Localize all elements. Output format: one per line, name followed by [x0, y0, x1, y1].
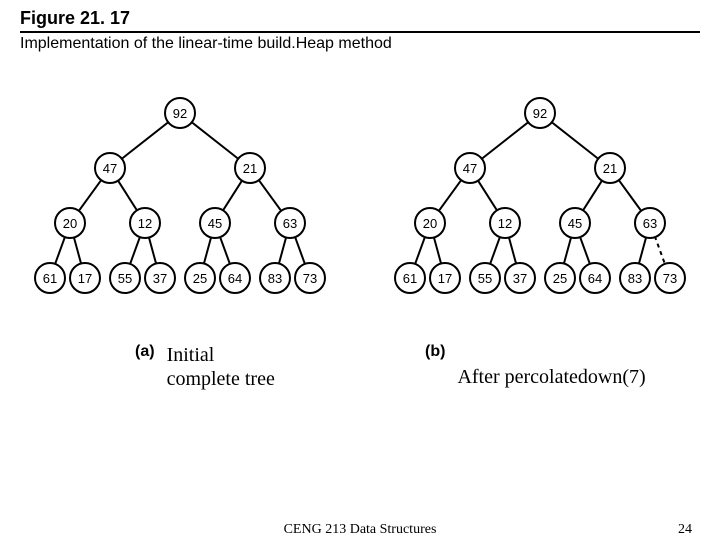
tree-node: 37 [504, 262, 536, 294]
tree-node: 61 [34, 262, 66, 294]
tree-node: 83 [259, 262, 291, 294]
tree-node: 21 [594, 152, 626, 184]
tree-node: 63 [274, 207, 306, 239]
tree-node: 61 [394, 262, 426, 294]
tree-edge [490, 236, 500, 265]
tree-edge [223, 180, 243, 211]
tree-node: 47 [454, 152, 486, 184]
panel-a-letter: (a) [135, 343, 155, 361]
tree-node: 64 [579, 262, 611, 294]
tree-edge [551, 122, 599, 160]
tree-edge [121, 122, 169, 160]
figure-title: Figure 21. 17 [20, 8, 700, 33]
tree-node: 47 [94, 152, 126, 184]
tree-node: 55 [109, 262, 141, 294]
tree-node: 12 [489, 207, 521, 239]
tree-node: 20 [414, 207, 446, 239]
tree-edge [191, 122, 239, 160]
tree-node: 17 [69, 262, 101, 294]
tree-node: 37 [144, 262, 176, 294]
tree-node: 63 [634, 207, 666, 239]
tree-edge [78, 179, 102, 211]
tree-edge [220, 236, 230, 265]
figure-subtitle: Implementation of the linear-time build.… [20, 35, 700, 53]
tree-node: 25 [544, 262, 576, 294]
tree-node: 25 [184, 262, 216, 294]
tree-edge [478, 180, 498, 211]
tree-node: 45 [199, 207, 231, 239]
panel-b-caption: After percolatedown(7) [457, 365, 645, 389]
tree-edge [74, 237, 82, 265]
tree-node: 92 [524, 97, 556, 129]
tree-node: 55 [469, 262, 501, 294]
tree-edge [509, 237, 517, 265]
tree-edge [295, 236, 305, 265]
tree-edge [415, 236, 425, 265]
tree-edge [618, 179, 642, 211]
tree-edge [118, 180, 138, 211]
tree-edge [434, 237, 442, 265]
tree-edge [55, 236, 65, 265]
tree-edge [655, 236, 665, 265]
panel-b-letter: (b) [425, 343, 445, 361]
tree-a: 92 47 21 20 12 45 63 6117553725648373 [15, 93, 345, 333]
panel-labels: (a) Initial complete tree (b) After perc… [0, 343, 720, 391]
tree-edge [583, 180, 603, 211]
tree-edge [438, 179, 462, 211]
panel-a-caption: Initial complete tree [167, 343, 275, 391]
tree-edge [580, 236, 590, 265]
tree-node: 21 [234, 152, 266, 184]
footer-page-number: 24 [678, 522, 692, 538]
tree-node: 45 [559, 207, 591, 239]
tree-node: 20 [54, 207, 86, 239]
tree-edge [149, 237, 157, 265]
tree-edge [564, 237, 572, 265]
tree-edge [204, 237, 212, 265]
tree-edge [279, 237, 287, 265]
tree-b: 92 47 21 20 12 45 63 6117553725648373 [375, 93, 705, 333]
tree-node: 73 [294, 262, 326, 294]
tree-node: 12 [129, 207, 161, 239]
footer-course: CENG 213 Data Structures [284, 522, 437, 538]
tree-node: 92 [164, 97, 196, 129]
tree-node: 64 [219, 262, 251, 294]
tree-edge [481, 122, 529, 160]
tree-node: 83 [619, 262, 651, 294]
tree-edge [130, 236, 140, 265]
trees-container: 924721201245636117553725648373 924721201… [0, 93, 720, 333]
tree-edge [258, 179, 282, 211]
tree-node: 17 [429, 262, 461, 294]
tree-node: 73 [654, 262, 686, 294]
tree-edge [639, 237, 647, 265]
